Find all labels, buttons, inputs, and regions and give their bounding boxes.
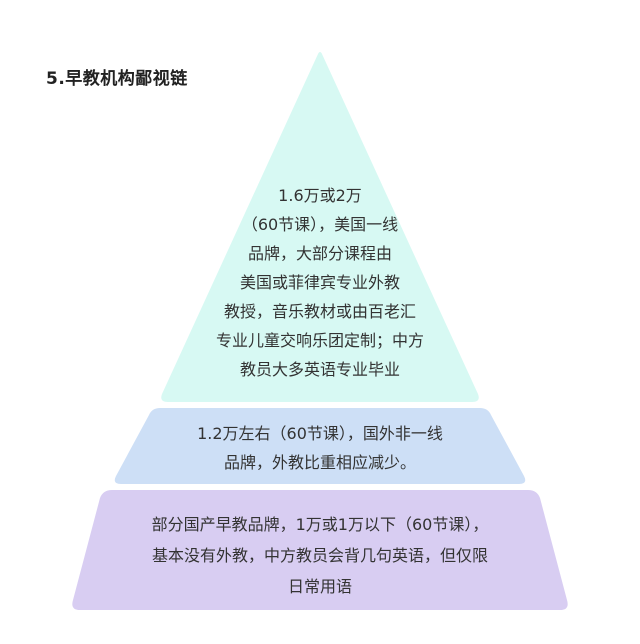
tier-top-line: 教员大多英语专业毕业 bbox=[239, 360, 400, 379]
tier-middle-line: 1.2万左右（60节课），国外非一线 bbox=[197, 424, 443, 443]
tier-top-text: 1.6万或2万 （60节课），美国一线 品牌，大部分课程由 美国或菲律宾专业外教… bbox=[170, 181, 470, 384]
tier-top-line: 1.6万或2万 bbox=[278, 186, 362, 205]
tier-top-line: 品牌，大部分课程由 bbox=[247, 244, 392, 263]
tier-middle-line: 品牌，外教比重相应减少。 bbox=[223, 453, 416, 472]
tier-top-line: （60节课），美国一线 bbox=[241, 215, 399, 234]
tier-top-line: 美国或菲律宾专业外教 bbox=[239, 273, 400, 292]
tier-top-line: 专业儿童交响乐团定制；中方 bbox=[215, 331, 424, 350]
tier-bottom-line: 部分国产早教品牌，1万或1万以下（60节课）， bbox=[151, 515, 489, 534]
tier-bottom-line: 基本没有外教，中方教员会背几句英语，但仅限 bbox=[151, 546, 488, 565]
tier-bottom-line: 日常用语 bbox=[287, 577, 352, 596]
diagram-title: 5.早教机构鄙视链 bbox=[46, 69, 188, 89]
tier-top-line: 教授，音乐教材或由百老汇 bbox=[223, 302, 416, 321]
tier-middle-text: 1.2万左右（60节课），国外非一线 品牌，外教比重相应减少。 bbox=[150, 419, 490, 477]
tier-bottom-text: 部分国产早教品牌，1万或1万以下（60节课）， 基本没有外教，中方教员会背几句英… bbox=[95, 509, 545, 602]
